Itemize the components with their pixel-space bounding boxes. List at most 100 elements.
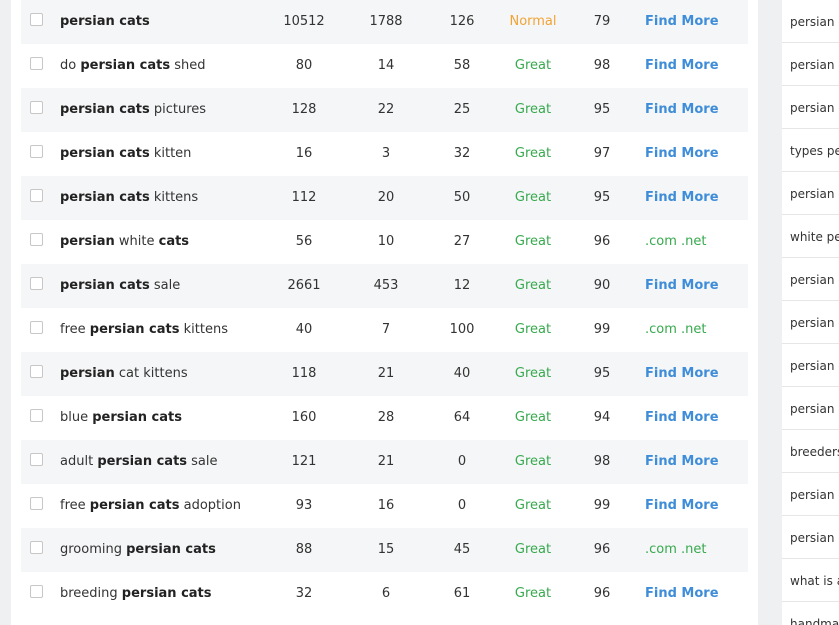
row-checkbox[interactable] xyxy=(30,453,43,466)
domain-check-link[interactable]: .com .net xyxy=(645,234,707,249)
search-volume-cell: 10512 xyxy=(283,14,325,29)
qsr-cell: 100 xyxy=(449,322,475,337)
row-checkbox[interactable] xyxy=(30,57,43,70)
sidebar-keyword-item[interactable]: persian c xyxy=(782,43,839,86)
search-volume-cell: 32 xyxy=(295,586,313,601)
table-row: persian cats 10512 1788 126 Normal 79 Find Mor… xyxy=(21,0,748,44)
table-row: free persian cats adoption 93 16 0 Great 99 Fi… xyxy=(21,484,748,528)
traffic-cell: 21 xyxy=(377,366,395,381)
action-cell: Find More xyxy=(645,88,735,132)
row-checkbox[interactable] xyxy=(30,145,43,158)
table-row: persian white cats 56 10 27 Great 96 .com .net xyxy=(21,220,748,264)
qsr-cell: 12 xyxy=(453,278,471,293)
domain-check-link[interactable]: .com .net xyxy=(645,542,707,557)
sidebar-keyword-item[interactable]: persian c xyxy=(782,344,839,387)
results-table: persian cats 10512 1788 126 Normal 79 Find Mor… xyxy=(21,0,748,616)
search-volume-cell: 40 xyxy=(295,322,313,337)
sidebar-keyword-item[interactable]: persian c xyxy=(782,516,839,559)
row-checkbox[interactable] xyxy=(30,365,43,378)
find-more-link[interactable]: Find More xyxy=(645,278,719,293)
table-row: persian cats kittens 112 20 50 Great 95 Find M… xyxy=(21,176,748,220)
keyword-text: white xyxy=(114,234,159,249)
qsr-cell: 58 xyxy=(453,58,471,73)
search-volume-cell: 88 xyxy=(295,542,313,557)
row-checkbox[interactable] xyxy=(30,409,43,422)
kqi-cell: Normal xyxy=(509,14,557,29)
row-checkbox[interactable] xyxy=(30,541,43,554)
sidebar-keyword-item[interactable]: persian c xyxy=(782,473,839,516)
row-checkbox[interactable] xyxy=(30,277,43,290)
row-checkbox[interactable] xyxy=(30,585,43,598)
find-more-link[interactable]: Find More xyxy=(645,586,719,601)
sidebar-keyword-item[interactable]: persian c xyxy=(782,258,839,301)
traffic-cell: 6 xyxy=(381,586,391,601)
action-cell: Find More xyxy=(645,132,735,176)
qsr-cell: 64 xyxy=(453,410,471,425)
find-more-link[interactable]: Find More xyxy=(645,190,719,205)
qsr-cell: 45 xyxy=(453,542,471,557)
action-cell: .com .net xyxy=(645,220,735,264)
kqi-cell: Great xyxy=(514,410,552,425)
table-row: persian cats sale 2661 453 12 Great 90 Find Mo… xyxy=(21,264,748,308)
qsr-cell: 27 xyxy=(453,234,471,249)
qsr-cell: 61 xyxy=(453,586,471,601)
action-cell: Find More xyxy=(645,264,735,308)
keyword-text: sale xyxy=(187,454,218,469)
kqi-cell: Great xyxy=(514,58,552,73)
keyword-cell: breeding persian cats xyxy=(60,572,260,616)
find-more-link[interactable]: Find More xyxy=(645,410,719,425)
find-more-link[interactable]: Find More xyxy=(645,102,719,117)
sidebar-keyword-item[interactable]: persian c xyxy=(782,301,839,344)
row-checkbox[interactable] xyxy=(30,321,43,334)
seo-cell: 99 xyxy=(593,322,611,337)
sidebar-keyword-item[interactable]: breeders xyxy=(782,430,839,473)
domain-check-link[interactable]: .com .net xyxy=(645,322,707,337)
sidebar-keyword-item[interactable]: what is a xyxy=(782,559,839,602)
sidebar-keyword-item[interactable]: persian c xyxy=(782,387,839,430)
row-checkbox[interactable] xyxy=(30,101,43,114)
table-row: free persian cats kittens 40 7 100 Great 99 .c… xyxy=(21,308,748,352)
traffic-cell: 453 xyxy=(373,278,399,293)
sidebar-keyword-item[interactable]: types per xyxy=(782,129,839,172)
keyword-results-page: persian cats 10512 1788 126 Normal 79 Find Mor… xyxy=(0,0,839,625)
keyword-cell: persian cats xyxy=(60,0,260,44)
row-checkbox[interactable] xyxy=(30,497,43,510)
qsr-cell: 25 xyxy=(453,102,471,117)
keyword-cell: persian cat kittens xyxy=(60,352,260,396)
find-more-link[interactable]: Find More xyxy=(645,14,719,29)
traffic-cell: 28 xyxy=(377,410,395,425)
sidebar-keyword-item[interactable]: persian c xyxy=(782,86,839,129)
find-more-link[interactable]: Find More xyxy=(645,498,719,513)
find-more-link[interactable]: Find More xyxy=(645,366,719,381)
keyword-text: adoption xyxy=(179,498,241,513)
row-checkbox[interactable] xyxy=(30,189,43,202)
qsr-cell: 0 xyxy=(457,498,467,513)
traffic-cell: 10 xyxy=(377,234,395,249)
keyword-highlight: persian cats xyxy=(60,14,150,29)
kqi-cell: Great xyxy=(514,278,552,293)
seo-cell: 90 xyxy=(593,278,611,293)
find-more-link[interactable]: Find More xyxy=(645,58,719,73)
action-cell: Find More xyxy=(645,440,735,484)
sidebar-keyword-item[interactable]: persian c xyxy=(782,0,839,43)
row-checkbox[interactable] xyxy=(30,233,43,246)
table-row: blue persian cats 160 28 64 Great 94 Find More xyxy=(21,396,748,440)
sidebar-keyword-item[interactable]: white pe xyxy=(782,215,839,258)
keyword-highlight: persian cats xyxy=(97,454,188,469)
kqi-cell: Great xyxy=(514,146,552,161)
search-volume-cell: 2661 xyxy=(287,278,321,293)
table-row: adult persian cats sale 121 21 0 Great 98 Find… xyxy=(21,440,748,484)
qsr-cell: 40 xyxy=(453,366,471,381)
row-checkbox[interactable] xyxy=(30,13,43,26)
find-more-link[interactable]: Find More xyxy=(645,146,719,161)
seo-cell: 98 xyxy=(593,58,611,73)
find-more-link[interactable]: Find More xyxy=(645,454,719,469)
search-volume-cell: 121 xyxy=(291,454,317,469)
sidebar-keyword-item[interactable]: handmad xyxy=(782,602,839,625)
seo-cell: 99 xyxy=(593,498,611,513)
action-cell: .com .net xyxy=(645,528,735,572)
keyword-cell: free persian cats kittens xyxy=(60,308,260,352)
seo-cell: 96 xyxy=(593,234,611,249)
sidebar-keyword-item[interactable]: persian c xyxy=(782,172,839,215)
keyword-highlight: cats xyxy=(158,234,190,249)
